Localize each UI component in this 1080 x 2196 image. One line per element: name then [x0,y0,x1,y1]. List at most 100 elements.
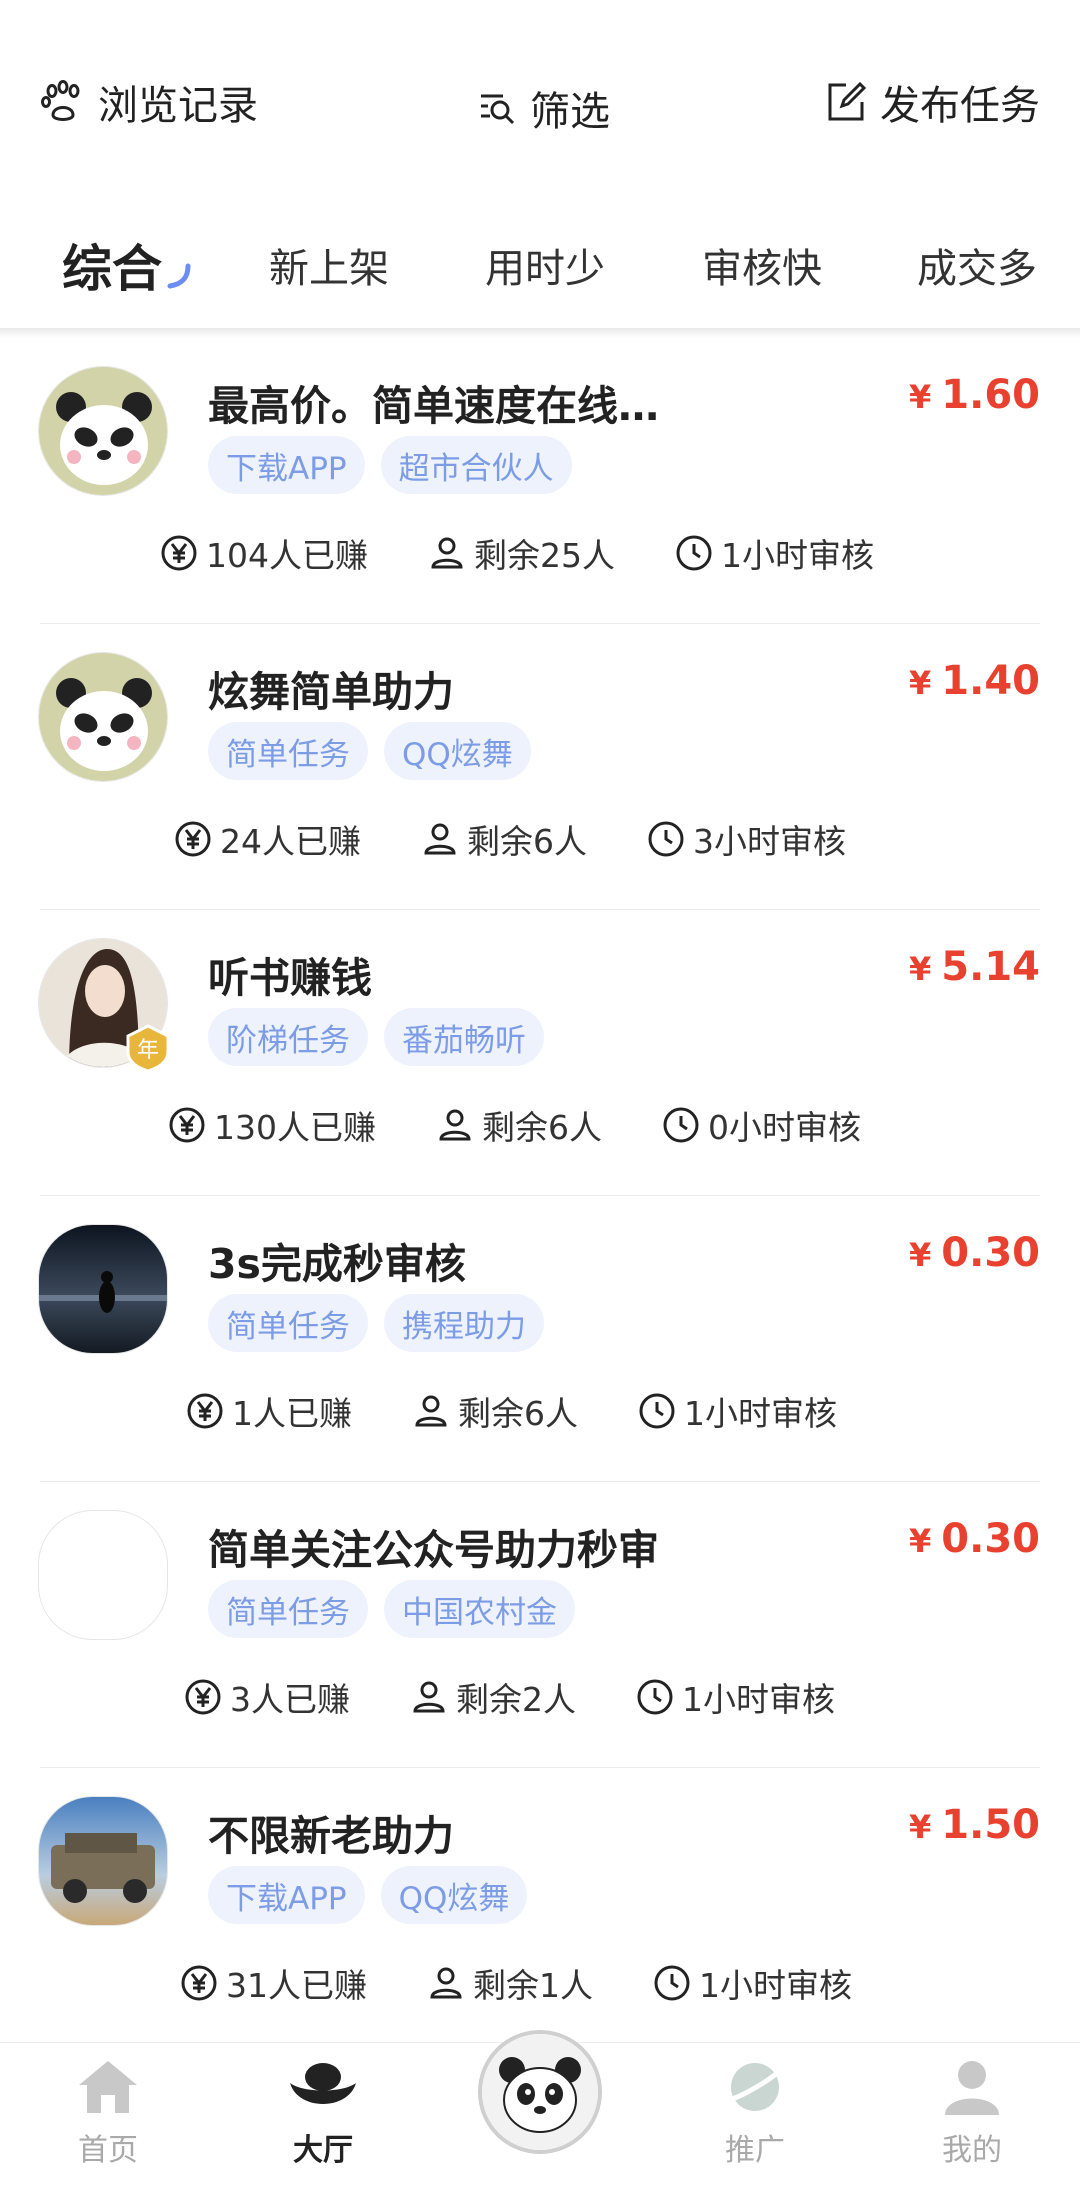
filter-label: 筛选 [530,89,610,135]
task-card[interactable]: 简单关注公众号助力秒审 ¥ 0.30 简单任务 中国农村金 3人已赚 剩余2人 … [0,1482,1080,1768]
nav-label: 大厅 [293,2133,353,2168]
task-price: ¥ 0.30 [909,1230,1040,1276]
task-avatar [38,1796,168,1926]
nav-label: 我的 [942,2133,1002,2168]
nav-home[interactable]: 首页 [33,2057,183,2169]
price-value: 0.30 [941,1516,1040,1562]
task-tag: 简单任务 [208,1580,368,1638]
remaining-count: 剩余6人 [458,1394,578,1433]
clock-icon [639,1393,675,1429]
task-stats: 31人已赚 剩余1人 1小时审核 [180,1958,912,2008]
task-title: 炫舞简单助力 [208,668,454,716]
task-tags: 简单任务 携程助力 [208,1294,560,1352]
person-icon [439,1109,471,1141]
sort-tabs: 综合 新上架 用时少 审核快 成交多 [0,200,1080,330]
task-price: ¥ 1.50 [909,1802,1040,1848]
tab-fast-review[interactable]: 审核快 [702,230,822,300]
task-title: 不限新老助力 [208,1812,454,1860]
tab-less-time[interactable]: 用时少 [485,230,605,300]
remaining-stat: 剩余6人 [421,815,587,863]
earned-count: 130人已赚 [214,1108,376,1147]
yen-circle-icon [175,821,211,857]
task-stats: 24人已赚 剩余6人 3小时审核 [174,814,906,864]
filter-button[interactable]: 筛选 [478,78,610,138]
tab-most-deals[interactable]: 成交多 [917,230,1037,300]
remaining-count: 剩余25人 [474,536,615,575]
panda-avatar-icon [39,367,167,495]
home-icon [79,2061,137,2113]
price-value: 1.40 [941,658,1040,704]
remaining-stat: 剩余25人 [428,529,615,577]
nav-center-panda[interactable] [478,2030,602,2154]
yen-symbol: ¥ [909,1522,932,1560]
yen-symbol: ¥ [909,664,932,702]
earned-count: 104人已赚 [206,536,368,575]
review-time: 1小时审核 [699,1966,852,2005]
nav-label: 首页 [78,2133,138,2168]
tab-label: 审核快 [702,246,822,292]
nav-hall[interactable]: 大厅 [248,2057,398,2169]
review-stat: 0小时审核 [662,1101,861,1149]
filter-search-icon [481,94,515,125]
yen-symbol: ¥ [909,950,932,988]
yen-symbol: ¥ [909,1236,932,1274]
review-stat: 3小时审核 [647,815,846,863]
task-tag: 下载APP [208,1866,365,1924]
price-value: 0.30 [941,1230,1040,1276]
review-stat: 1小时审核 [636,1673,835,1721]
yen-circle-icon [169,1107,205,1143]
task-avatar [38,652,168,782]
night-sky-photo-avatar [39,1225,167,1353]
yen-circle-icon [161,535,197,571]
nav-label: 推广 [725,2133,785,2168]
tab-label: 综合 [62,240,162,298]
publish-task-label: 发布任务 [880,83,1040,129]
task-list: 最高价。简单速度在线… ¥ 1.60 下载APP 超市合伙人 104人已赚 剩余… [0,338,1080,2054]
task-tag: 携程助力 [384,1294,544,1352]
publish-task-button[interactable]: 发布任务 [824,72,1040,132]
nav-promote[interactable]: 推广 [680,2057,830,2169]
review-time: 3小时审核 [693,822,846,861]
task-card[interactable]: 炫舞简单助力 ¥ 1.40 简单任务 QQ炫舞 24人已赚 剩余6人 3小时审核 [0,624,1080,910]
task-tag: 下载APP [208,436,365,494]
review-stat: 1小时审核 [638,1387,837,1435]
person-icon [430,1967,462,1999]
task-price: ¥ 5.14 [909,944,1040,990]
earned-count: 24人已赚 [220,822,361,861]
task-tag: 阶梯任务 [208,1008,368,1066]
task-tag: QQ炫舞 [384,722,531,780]
task-card[interactable]: 3s完成秒审核 ¥ 0.30 简单任务 携程助力 1人已赚 剩余6人 1小时审核 [0,1196,1080,1482]
task-card[interactable]: 年 听书赚钱 ¥ 5.14 阶梯任务 番茄畅听 130人已赚 剩余6人 0小时审… [0,910,1080,1196]
price-value: 1.60 [941,372,1040,418]
task-card[interactable]: 不限新老助力 ¥ 1.50 下载APP QQ炫舞 31人已赚 剩余1人 1小时审… [0,1768,1080,2054]
browse-history-button[interactable]: 浏览记录 [40,72,258,132]
earned-stat: 24人已赚 [174,815,361,863]
clock-icon [654,1965,690,2001]
earned-count: 1人已赚 [232,1394,352,1433]
tab-label: 成交多 [917,246,1037,292]
task-price: ¥ 1.60 [909,372,1040,418]
task-price: ¥ 1.40 [909,658,1040,704]
task-tag: 简单任务 [208,1294,368,1352]
task-card[interactable]: 最高价。简单速度在线… ¥ 1.60 下载APP 超市合伙人 104人已赚 剩余… [0,338,1080,624]
task-stats: 1人已赚 剩余6人 1小时审核 [186,1386,897,1436]
yen-symbol: ¥ [909,1808,932,1846]
person-icon [424,823,456,855]
person-icon [431,537,463,569]
task-tag: QQ炫舞 [380,1866,528,1924]
earned-stat: 104人已赚 [160,529,368,577]
planet-icon [725,2063,786,2111]
person-icon [415,1395,447,1427]
clock-icon [637,1679,673,1715]
task-stats: 104人已赚 剩余25人 1小时审核 [160,528,934,578]
task-tag: 超市合伙人 [380,436,572,494]
tab-comprehensive[interactable]: 综合 [62,230,191,300]
review-time: 1小时审核 [682,1680,835,1719]
earned-count: 3人已赚 [230,1680,350,1719]
earned-stat: 130人已赚 [168,1101,376,1149]
remaining-stat: 剩余1人 [427,1959,593,2007]
nav-mine[interactable]: 我的 [897,2057,1047,2169]
task-title: 3s完成秒审核 [208,1240,466,1288]
earned-stat: 3人已赚 [184,1673,350,1721]
tab-new-listed[interactable]: 新上架 [269,230,389,300]
